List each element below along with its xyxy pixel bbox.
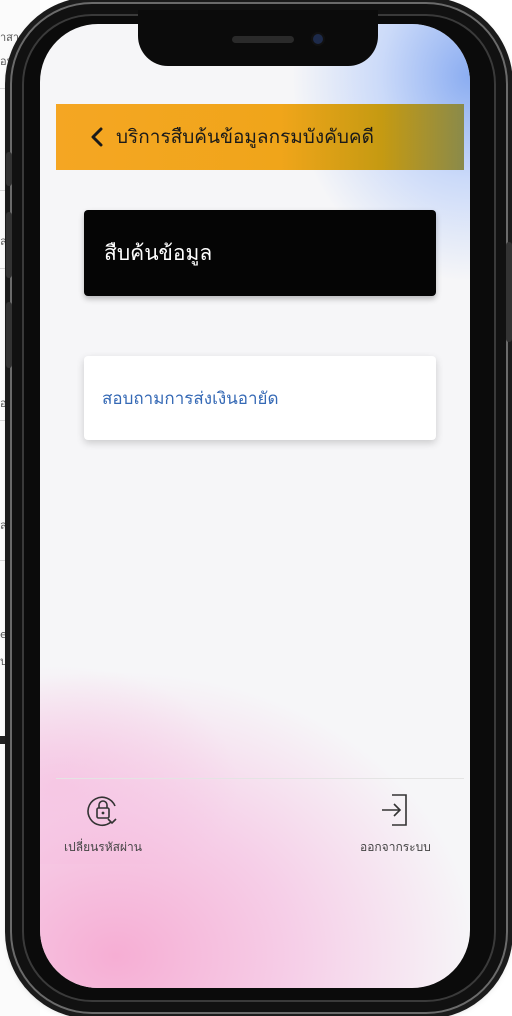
lock-refresh-icon: [85, 792, 121, 834]
search-info-button[interactable]: สืบค้นข้อมูล: [84, 210, 436, 296]
payment-inquiry-button[interactable]: สอบถามการส่งเงินอายัด: [84, 356, 436, 440]
phone-side-button: [6, 302, 12, 368]
logout-label: ออกจากระบบ: [360, 840, 431, 854]
phone-side-button: [506, 242, 512, 342]
footer-divider: [56, 778, 464, 779]
logout-button[interactable]: ออกจากระบบ: [360, 790, 431, 857]
payment-inquiry-label: สอบถามการส่งเงินอายัด: [102, 388, 279, 409]
search-info-label: สืบค้นข้อมูล: [104, 240, 213, 265]
change-password-label: เปลี่ยนรหัสผ่าน: [64, 840, 142, 854]
chevron-left-icon[interactable]: [86, 126, 108, 148]
page-title: บริการสืบค้นข้อมูลกรมบังคับคดี: [116, 126, 374, 148]
phone-side-button: [6, 212, 12, 278]
logout-icon: [378, 790, 412, 834]
phone-side-button: [6, 152, 12, 186]
background-text-fragment: ป: [0, 655, 7, 668]
speaker-grille: [232, 36, 294, 43]
front-camera: [313, 34, 323, 44]
change-password-button[interactable]: เปลี่ยนรหัสผ่าน: [64, 792, 142, 857]
app-header: บริการสืบค้นข้อมูลกรมบังคับคดี: [56, 104, 464, 170]
